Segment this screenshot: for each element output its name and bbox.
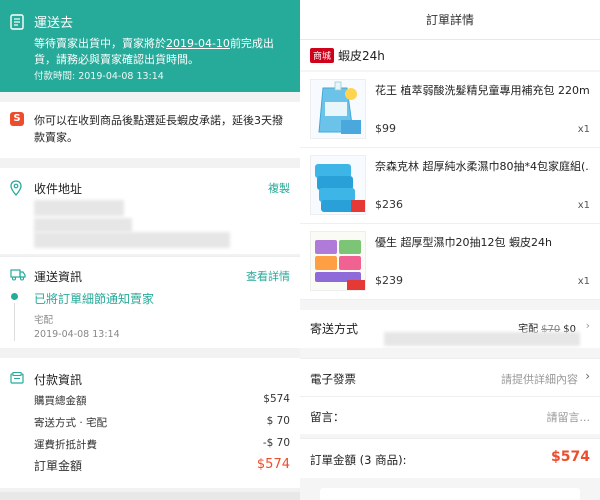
tracking-timeline-line <box>14 303 15 341</box>
order-item[interactable]: 優生 超厚型濕巾20抽12包 蝦皮24h $239 x1 <box>300 224 600 300</box>
guarantee-notice-text: 你可以在收到商品後點選延長蝦皮承諾，延後3天撥款賣家。 <box>34 114 283 144</box>
product-quantity: x1 <box>577 276 590 287</box>
product-price: $239 <box>375 274 403 287</box>
tracking-carrier: 宅配 <box>34 315 54 326</box>
location-pin-icon <box>10 180 22 196</box>
order-total-label: 訂單金額 (3 商品): <box>310 453 407 467</box>
tracking-label: 運送資訊 <box>34 270 83 284</box>
shipping-method-label: 寄送方式 <box>310 322 359 336</box>
thick-wipes-pack-image <box>311 232 365 290</box>
payment-total-row: 訂單金額 $574 <box>34 457 290 474</box>
payment-info-section: 付款資訊 購買總金額 $574 寄送方式 · 宅配 $ 70 運費折抵計費 -$… <box>0 358 300 488</box>
bottom-card-edge <box>320 488 580 500</box>
order-total-row: 訂單金額 (3 商品): $574 <box>300 438 600 478</box>
shampoo-refill-image <box>311 80 365 138</box>
shipping-status-title: 運送去 <box>34 16 74 31</box>
delivery-truck-icon <box>10 269 26 281</box>
payment-total-label: 訂單金額 <box>34 459 83 473</box>
product-price: $99 <box>375 122 396 135</box>
shipping-method-row[interactable]: 寄送方式 宅配 $70 $0 › <box>300 302 600 348</box>
payment-row-label: 寄送方式 · 宅配 <box>34 417 108 429</box>
product-name[interactable]: 優生 超厚型濕巾20抽12包 蝦皮24h <box>375 234 590 250</box>
redacted-address <box>34 232 230 248</box>
payment-label: 付款資訊 <box>34 373 83 387</box>
shipping-tracking-section: 運送資訊 查看詳情 已將訂單細節通知賣家 宅配 2019-04-08 13:14 <box>0 256 300 348</box>
shipping-address-section: 收件地址 複製 <box>0 168 300 254</box>
chevron-right-icon: › <box>585 369 590 383</box>
shop-header[interactable]: 商城 蝦皮24h <box>300 40 600 70</box>
message-prefix: 等待賣家出貨中，賣家將於 <box>34 37 166 50</box>
message-label: 留言： <box>310 410 345 424</box>
product-thumbnail[interactable] <box>310 231 366 291</box>
ship-by-date: 2019-04-10 <box>166 37 230 50</box>
tracking-status-text: 已將訂單細節通知賣家 <box>34 292 155 306</box>
payment-total-value: $574 <box>256 457 290 472</box>
order-item[interactable]: 花王 植萃弱酸洗髮精兒童專用補充包 220m... $99 x1 <box>300 72 600 148</box>
redacted-phone <box>34 218 132 232</box>
page-title: 訂單詳情 <box>300 0 600 40</box>
e-invoice-value: 請提供詳細內容 <box>501 373 578 386</box>
shipping-status-banner: 運送去 等待賣家出貨中，賣家將於2019-04-10前完成出貨，請務必與賣家確認… <box>0 0 300 92</box>
address-label: 收件地址 <box>34 182 83 196</box>
payment-row-shipping: 寄送方式 · 宅配 $ 70 <box>34 415 290 430</box>
guarantee-notice: S 你可以在收到商品後點選延長蝦皮承諾，延後3天撥款賣家。 <box>0 102 300 158</box>
redacted-recipient <box>34 200 124 216</box>
shopee-guarantee-icon: S <box>10 112 24 126</box>
e-invoice-label: 電子發票 <box>310 372 356 386</box>
payment-row-subtotal: 購買總金額 $574 <box>34 393 290 408</box>
chevron-right-icon: › <box>585 319 590 332</box>
payment-row-shipping-discount: 運費折抵計費 -$ 70 <box>34 437 290 452</box>
order-item[interactable]: 奈森克林 超厚純水柔濕巾80抽*4包家庭組(... $236 x1 <box>300 148 600 224</box>
product-thumbnail[interactable] <box>310 155 366 215</box>
order-status-pane: 運送去 等待賣家出貨中，賣家將於2019-04-10前完成出貨，請務必與賣家確認… <box>0 0 300 500</box>
e-invoice-row[interactable]: 電子發票 請提供詳細內容 › <box>300 358 600 396</box>
shipping-status-message: 等待賣家出貨中，賣家將於2019-04-10前完成出貨，請務必與賣家確認出貨時間… <box>34 36 290 68</box>
order-total-value: $574 <box>551 449 590 465</box>
payment-row-value: -$ 70 <box>262 437 290 449</box>
payment-row-label: 運費折抵計費 <box>34 439 97 451</box>
bottom-bar <box>0 492 300 500</box>
payment-row-label: 購買總金額 <box>34 395 87 407</box>
message-row: 留言： 請留言... <box>300 396 600 434</box>
message-input[interactable]: 請留言... <box>547 409 591 425</box>
wet-wipes-pack-image <box>311 156 365 214</box>
document-icon <box>10 14 24 30</box>
product-name[interactable]: 花王 植萃弱酸洗髮精兒童專用補充包 220m... <box>375 82 590 98</box>
payment-row-value: $ 70 <box>266 415 290 427</box>
copy-address-button[interactable]: 複製 <box>268 180 290 196</box>
redacted-shipping-detail <box>384 332 580 346</box>
product-quantity: x1 <box>577 200 590 211</box>
view-tracking-details-link[interactable]: 查看詳情 <box>246 268 290 284</box>
product-thumbnail[interactable] <box>310 79 366 139</box>
tracking-status-dot <box>11 293 18 300</box>
paid-time: 付款時間: 2019-04-08 13:14 <box>34 71 164 82</box>
product-name[interactable]: 奈森克林 超厚純水柔濕巾80抽*4包家庭組(... <box>375 158 590 174</box>
mall-badge: 商城 <box>310 48 335 63</box>
tracking-time: 2019-04-08 13:14 <box>34 329 120 340</box>
payment-icon <box>10 372 24 384</box>
order-detail-pane: 訂單詳情 商城 蝦皮24h 花王 植萃弱酸洗髮精兒童專用補充包 220m... … <box>300 0 600 500</box>
product-price: $236 <box>375 198 403 211</box>
product-quantity: x1 <box>577 124 590 135</box>
payment-row-value: $574 <box>263 393 290 405</box>
shop-name[interactable]: 蝦皮24h <box>338 47 385 64</box>
